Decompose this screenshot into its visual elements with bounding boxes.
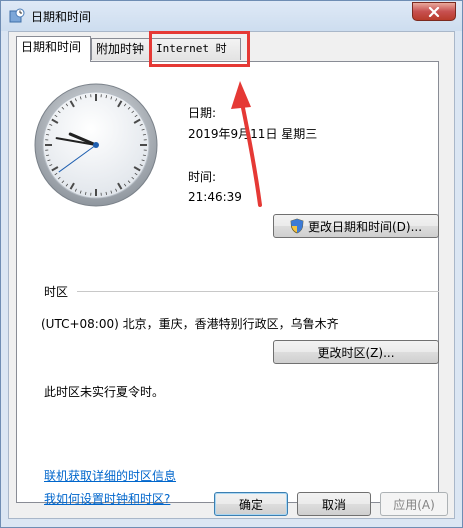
red-arrow-icon [231, 81, 262, 207]
dialog-window: 日期和时间 日期和时间 附加时钟 Internet 时间 [0, 0, 463, 528]
analog-clock [34, 83, 158, 207]
close-button[interactable] [412, 2, 456, 21]
shield-icon [290, 218, 304, 234]
cancel-label: 取消 [321, 497, 346, 512]
timezone-info-link[interactable]: 联机获取详细的时区信息 [44, 467, 176, 484]
annotation-highlight-box [149, 31, 250, 67]
title-bar[interactable]: 日期和时间 [1, 1, 462, 31]
dst-note: 此时区未实行夏令时。 [44, 385, 165, 399]
help-link[interactable]: 我如何设置时钟和时区? [44, 490, 170, 507]
cancel-button[interactable]: 取消 [297, 492, 371, 516]
change-timezone-button[interactable]: 更改时区(Z)... [273, 340, 439, 364]
change-date-time-button[interactable]: 更改日期和时间(D)... [273, 214, 439, 238]
change-timezone-label: 更改时区(Z)... [317, 345, 395, 360]
ok-label: 确定 [238, 497, 263, 512]
clock-app-icon [9, 8, 25, 24]
timezone-section-label: 时区 [44, 285, 69, 299]
ok-button[interactable]: 确定 [214, 492, 288, 516]
timezone-value: (UTC+08:00) 北京，重庆，香港特别行政区，乌鲁木齐 [41, 317, 339, 331]
close-icon [428, 6, 440, 17]
window-title: 日期和时间 [31, 10, 92, 24]
date-label: 日期: [188, 106, 217, 120]
apply-button: 应用(A) [380, 492, 448, 516]
change-date-time-label: 更改日期和时间(D)... [307, 219, 423, 234]
apply-label: 应用(A) [393, 497, 435, 512]
tab-additional-clocks[interactable]: 附加时钟 [91, 38, 151, 60]
tab-date-time[interactable]: 日期和时间 [16, 36, 91, 62]
time-label: 时间: [188, 170, 217, 184]
timezone-divider [77, 291, 439, 292]
